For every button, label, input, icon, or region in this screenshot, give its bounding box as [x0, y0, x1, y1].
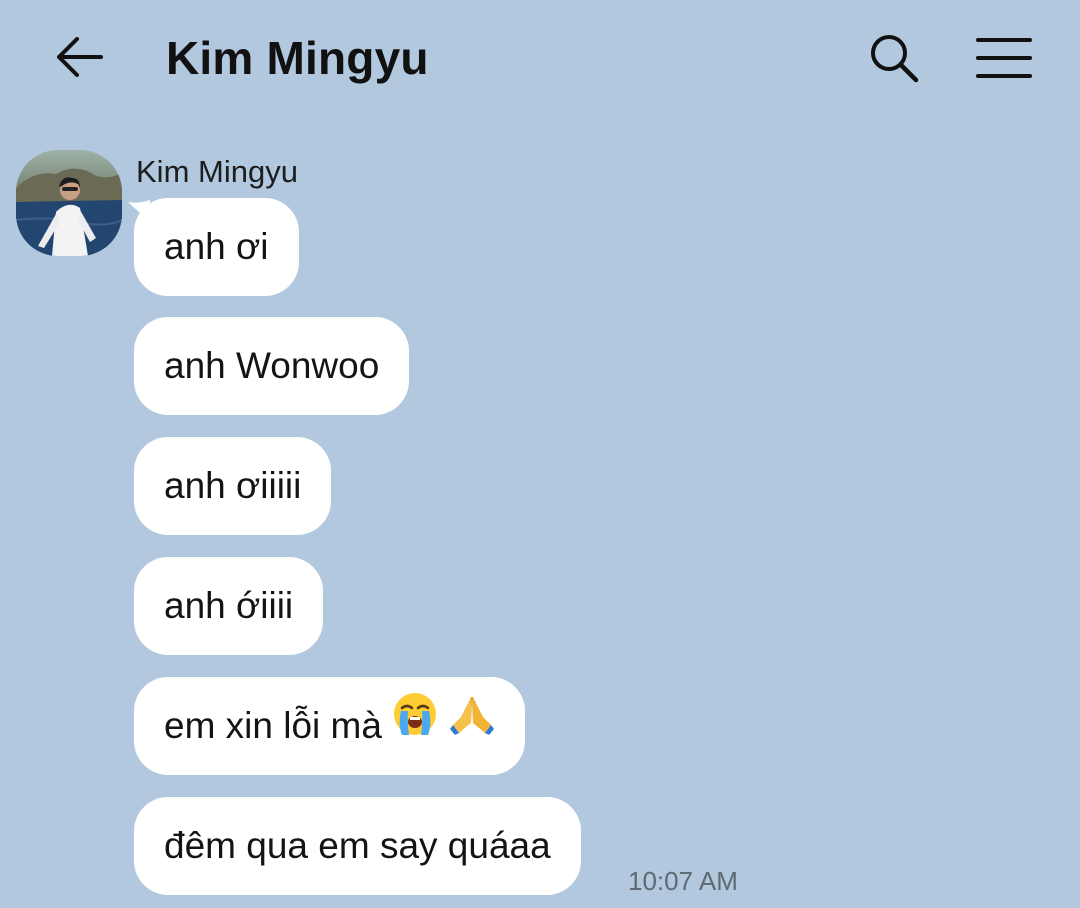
- message-bubble[interactable]: anh ơiiiii: [134, 437, 332, 535]
- avatar-photo: [16, 150, 122, 256]
- hamburger-menu-icon: [976, 38, 1032, 78]
- message-text: anh Wonwoo: [164, 345, 380, 386]
- message-bubble[interactable]: anh Wonwoo: [134, 317, 410, 415]
- message-text: em xin lỗi mà: [164, 705, 382, 746]
- message-bubble[interactable]: đêm qua em say quáaa: [134, 797, 581, 895]
- search-icon: [871, 35, 919, 83]
- message-text: anh ớiiii: [164, 585, 294, 626]
- search-button[interactable]: [862, 26, 926, 90]
- chat-title: Kim Mingyu: [166, 32, 429, 84]
- message-timestamp: 10:07 AM: [628, 866, 738, 896]
- arrow-left-icon: [57, 37, 103, 77]
- message-text: anh ơi: [164, 226, 269, 267]
- chat-header: Kim Mingyu: [0, 0, 1080, 118]
- message-text: đêm qua em say quáaa: [164, 825, 551, 866]
- contact-avatar[interactable]: [16, 150, 122, 256]
- message-bubble[interactable]: anh ơi: [134, 198, 299, 296]
- message-bubble[interactable]: anh ớiiii: [134, 557, 324, 655]
- loudly-crying-face-icon: [392, 676, 438, 774]
- menu-button[interactable]: [970, 26, 1038, 90]
- sender-name: Kim Mingyu: [136, 154, 298, 189]
- back-button[interactable]: [50, 28, 108, 86]
- message-bubble[interactable]: em xin lỗi mà: [134, 677, 525, 775]
- folded-hands-icon: [449, 676, 495, 774]
- message-text: anh ơiiiii: [164, 465, 302, 506]
